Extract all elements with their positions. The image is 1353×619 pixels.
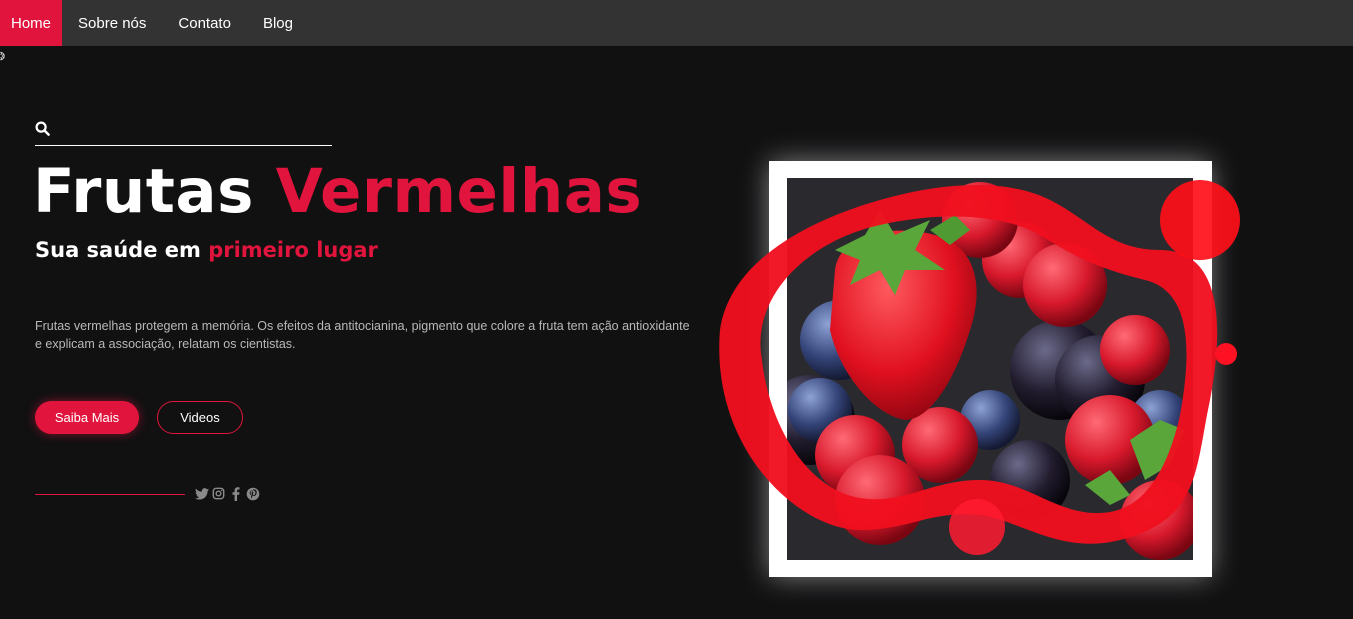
subtitle-red: primeiro lugar (208, 238, 378, 262)
deco-circle-small (1215, 343, 1237, 365)
social-divider (35, 494, 185, 495)
nav-blog[interactable]: Blog (247, 0, 309, 46)
social-links (194, 485, 260, 502)
nav-sobre-nos[interactable]: Sobre nós (62, 0, 162, 46)
top-navigation: Home Sobre nós Contato Blog (0, 0, 1353, 46)
instagram-icon[interactable] (211, 485, 226, 502)
facebook-icon[interactable] (228, 485, 243, 502)
deco-circle-large (1160, 180, 1240, 260)
search-icon[interactable] (35, 121, 50, 136)
title-white: Frutas (33, 156, 254, 227)
hero-image-frame (690, 120, 1250, 619)
loader-icon: ❂ (0, 50, 6, 63)
nav-home[interactable]: Home (0, 0, 63, 46)
hero-description: Frutas vermelhas protegem a memória. Os … (35, 319, 690, 351)
search-bar[interactable] (35, 118, 332, 146)
subtitle-white: Sua saúde em (35, 238, 201, 262)
title-red: Vermelhas (275, 156, 643, 227)
twitter-icon[interactable] (194, 485, 209, 502)
saiba-mais-button[interactable]: Saiba Mais (35, 401, 139, 434)
pinterest-icon[interactable] (245, 485, 260, 502)
page-subtitle: Sua saúde em primeiro lugar (35, 238, 378, 262)
nav-contato[interactable]: Contato (162, 0, 247, 46)
videos-button[interactable]: Videos (157, 401, 243, 434)
page-title: Frutas Vermelhas (33, 152, 642, 232)
deco-circle-bottom (949, 499, 1005, 555)
